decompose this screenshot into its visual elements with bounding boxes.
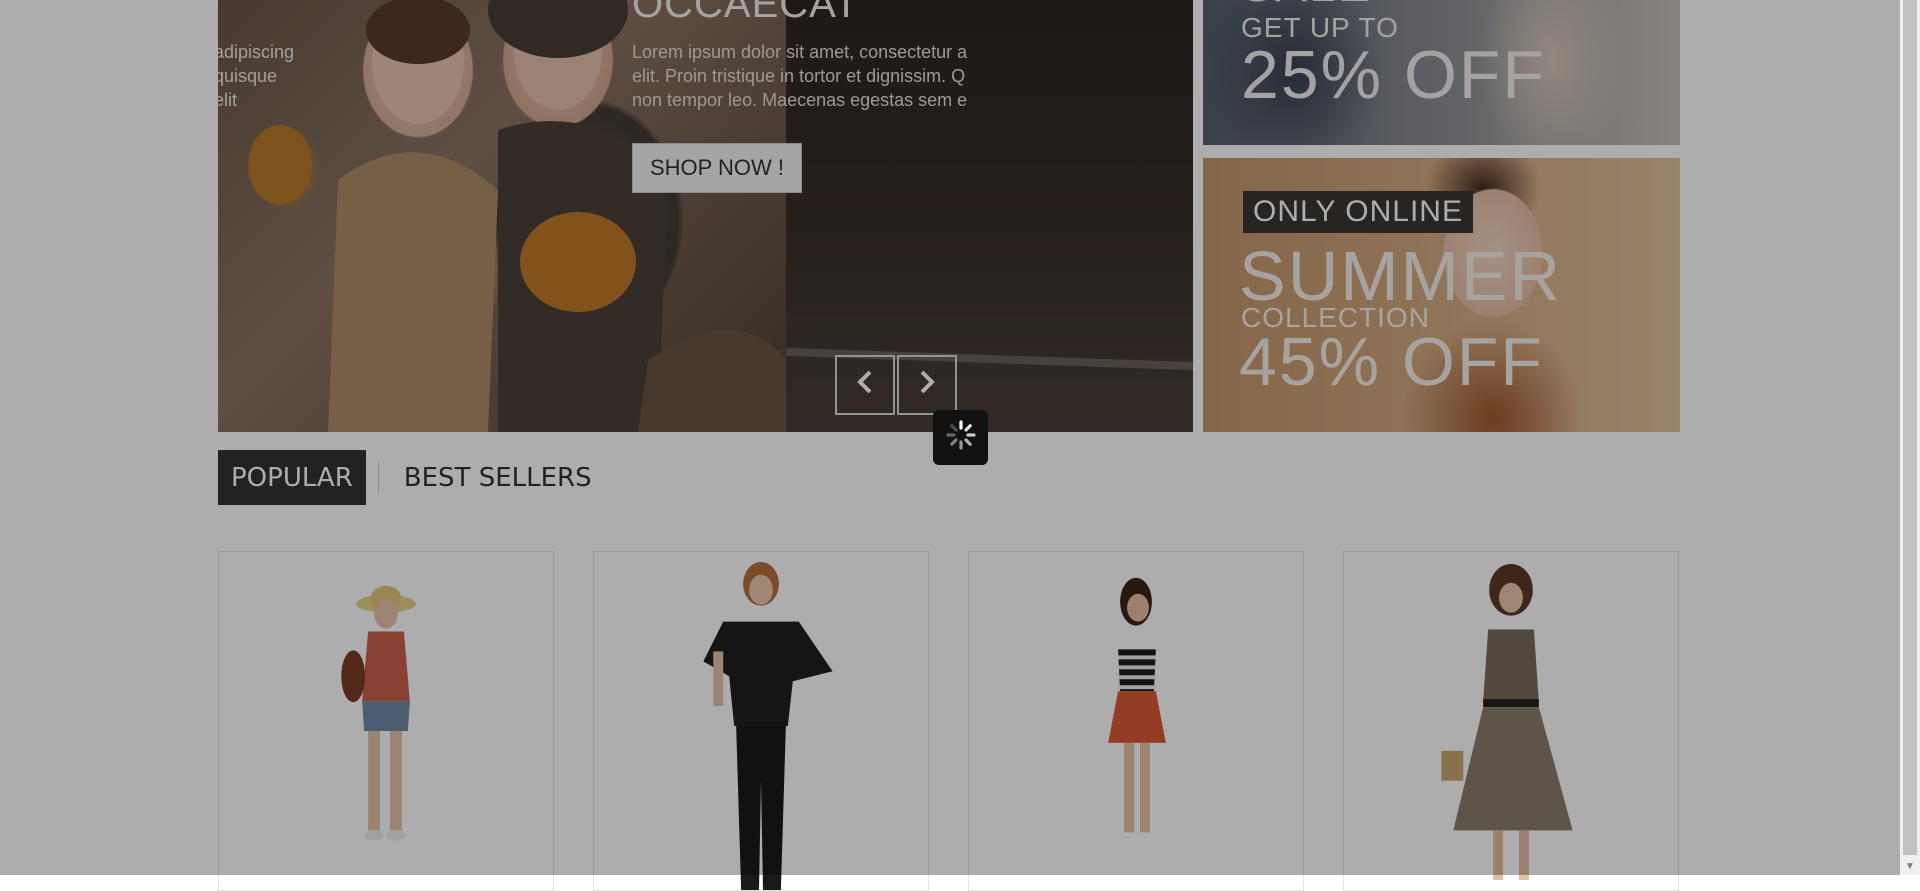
loading-indicator [933, 410, 988, 465]
scrollbar-thumb[interactable] [1903, 0, 1917, 855]
spinner-icon [945, 419, 977, 456]
scroll-down-arrow-icon[interactable]: ▼ [1900, 857, 1920, 875]
page-scrollbar[interactable]: ▼ [1900, 0, 1920, 875]
page: adipiscing quisque elit OCCAECAT Lorem i… [0, 0, 1900, 891]
